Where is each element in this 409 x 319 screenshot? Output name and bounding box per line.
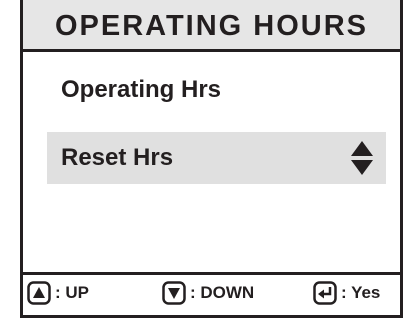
hint-up-label: : UP xyxy=(55,283,89,302)
menu-item-reset-hrs[interactable]: Reset Hrs xyxy=(47,132,386,184)
up-down-arrows-icon xyxy=(351,141,373,175)
enter-key-icon xyxy=(313,281,337,305)
page-title: OPERATING HOURS xyxy=(54,10,369,42)
menu-item-operating-hrs[interactable]: Operating Hrs xyxy=(47,64,386,116)
operating-hours-screen: OPERATING HOURS Operating Hrs Reset Hrs … xyxy=(20,0,403,318)
key-hints-bar: : UP : DOWN : Yes xyxy=(23,272,400,315)
up-key-icon xyxy=(27,281,51,305)
title-bar: OPERATING HOURS xyxy=(23,0,400,52)
down-key-icon xyxy=(162,281,186,305)
menu-item-label: Operating Hrs xyxy=(61,76,222,103)
hint-yes-label: : Yes xyxy=(341,283,381,302)
hint-up: : UP xyxy=(27,281,89,305)
menu-item-label: Reset Hrs xyxy=(61,144,174,171)
hint-down-label: : DOWN xyxy=(190,283,255,302)
hint-down: : DOWN xyxy=(162,281,254,305)
hint-yes: : Yes xyxy=(313,281,380,305)
